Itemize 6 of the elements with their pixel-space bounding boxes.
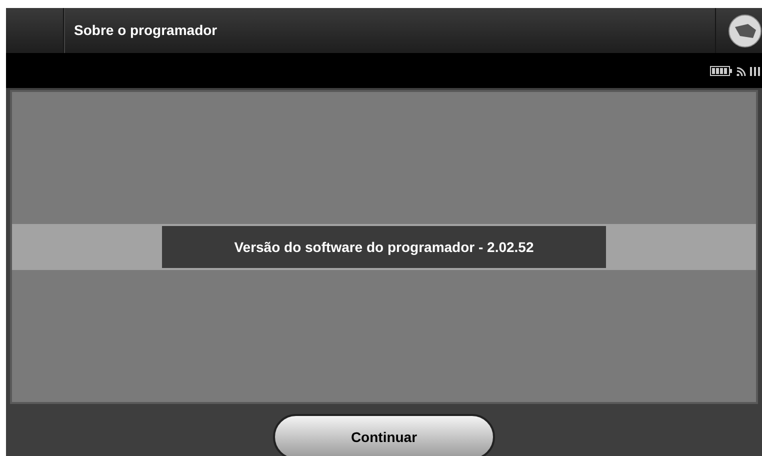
- wireless-icon: [736, 66, 746, 76]
- version-text: Versão do software do programador - 2.02.52: [234, 238, 534, 257]
- signal-icon: [750, 66, 760, 76]
- battery-icon: [710, 66, 732, 76]
- page-title: Sobre o programador: [74, 21, 218, 40]
- continue-button[interactable]: Continuar: [273, 414, 495, 456]
